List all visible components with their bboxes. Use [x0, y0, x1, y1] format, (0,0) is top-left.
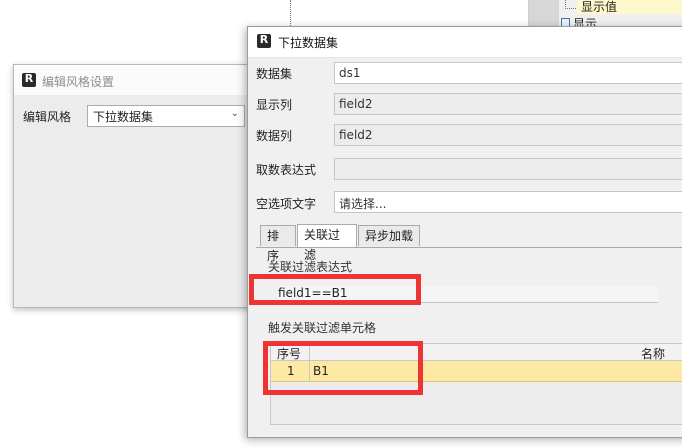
empty-option-field[interactable]: 请选择...	[334, 191, 682, 213]
tree-node-display-value[interactable]: 显示值	[577, 0, 682, 14]
empty-option-value: 请选择...	[339, 197, 387, 211]
display-column-value: field2	[339, 97, 373, 111]
style-select[interactable]: 下拉数据集 ⌄	[87, 105, 245, 127]
chevron-down-icon: ⌄	[230, 108, 239, 119]
filter-expression-label: 关联过滤表达式	[268, 260, 353, 274]
data-column-field[interactable]: field2	[334, 124, 682, 146]
tree-panel-strip	[529, 0, 559, 28]
data-column-label: 数据列	[256, 129, 293, 143]
trigger-cells-label: 触发关联过滤单元格	[268, 321, 377, 335]
dataset-field[interactable]: ds1	[334, 62, 682, 84]
tree-connector	[565, 0, 576, 9]
display-column-label: 显示列	[256, 98, 293, 112]
dialog-title: 下拉数据集	[278, 36, 339, 50]
style-label: 编辑风格	[23, 110, 72, 124]
tab-linked-filter[interactable]: 关联过滤	[297, 224, 357, 262]
fetch-expression-label: 取数表达式	[256, 163, 317, 177]
display-column-field[interactable]: field2	[334, 93, 682, 115]
tree-node-label: 显示值	[581, 0, 618, 14]
highlight-box-trigger-cell	[263, 341, 423, 395]
tree-panel: 显示值 显示	[528, 0, 682, 28]
fetch-expression-field[interactable]	[334, 158, 682, 180]
dataset-value: ds1	[339, 66, 361, 80]
data-column-value: field2	[339, 128, 373, 142]
dialog-titlebar: R 编辑风格设置	[14, 65, 250, 95]
tab-async-load[interactable]: 异步加载	[358, 225, 420, 246]
app-logo-icon: R	[22, 72, 36, 87]
empty-option-label: 空选项文字	[256, 197, 317, 211]
app-logo-icon: R	[257, 33, 271, 48]
column-header-name: 名称	[641, 347, 666, 361]
highlight-box-expression	[249, 274, 421, 305]
edit-style-dialog: R 编辑风格设置 编辑风格 下拉数据集 ⌄	[13, 64, 251, 308]
dialog-titlebar: R 下拉数据集	[248, 27, 682, 58]
tab-sort[interactable]: 排序	[260, 225, 296, 263]
style-select-value: 下拉数据集	[93, 110, 154, 124]
dialog-title: 编辑风格设置	[42, 75, 115, 89]
dataset-label: 数据集	[256, 67, 293, 81]
